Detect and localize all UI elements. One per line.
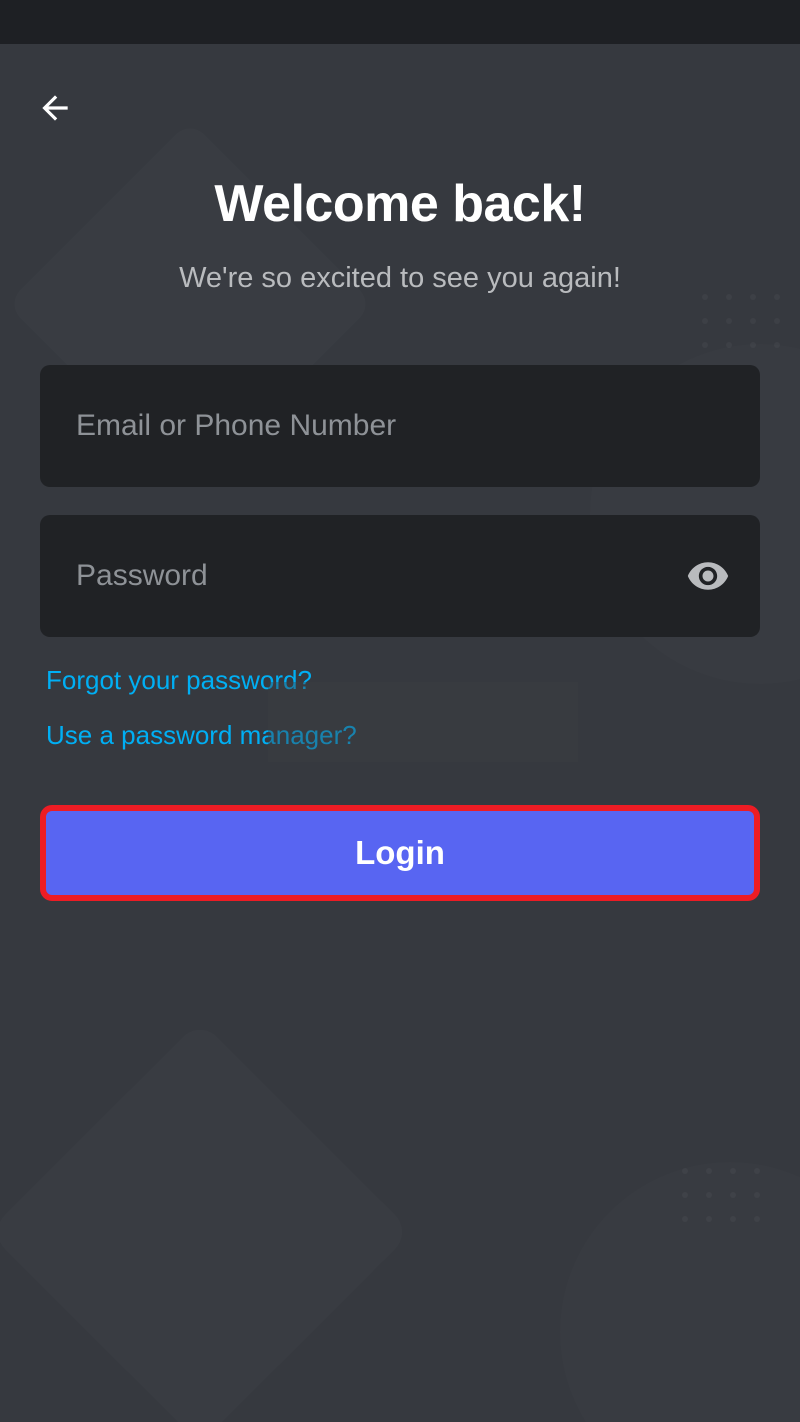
password-manager-link[interactable]: Use a password manager? bbox=[40, 720, 760, 751]
decorative-shape bbox=[0, 1020, 412, 1422]
status-bar bbox=[0, 0, 800, 44]
password-field[interactable] bbox=[40, 515, 760, 637]
email-field[interactable] bbox=[40, 365, 760, 487]
toggle-password-visibility[interactable] bbox=[686, 554, 730, 598]
back-button[interactable] bbox=[36, 84, 84, 132]
decorative-dots bbox=[682, 1168, 760, 1222]
eye-icon bbox=[686, 554, 730, 598]
login-button[interactable]: Login bbox=[40, 805, 760, 901]
login-button-label: Login bbox=[355, 834, 445, 872]
login-screen: Welcome back! We're so excited to see yo… bbox=[0, 44, 800, 1422]
arrow-left-icon bbox=[36, 89, 74, 127]
page-subtitle: We're so excited to see you again! bbox=[40, 262, 760, 295]
forgot-password-link[interactable]: Forgot your password? bbox=[40, 665, 760, 696]
page-title: Welcome back! bbox=[40, 174, 760, 234]
decorative-shape bbox=[560, 1162, 800, 1422]
